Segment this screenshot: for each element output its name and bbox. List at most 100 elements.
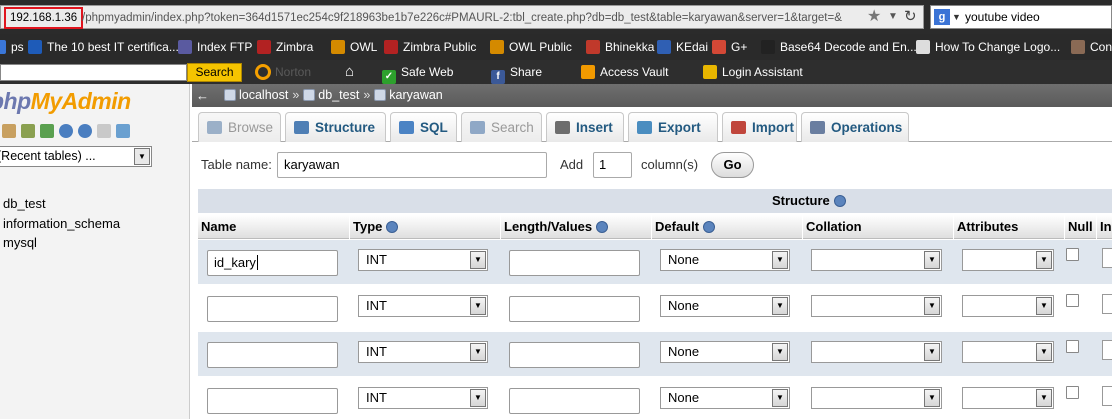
go-button[interactable]: Go <box>711 152 754 178</box>
norton-button[interactable]: Norton <box>255 61 311 83</box>
chevron-down-icon[interactable]: ▼ <box>772 389 788 407</box>
index-select[interactable] <box>1102 294 1112 314</box>
type-select[interactable]: INT ▼ <box>358 387 488 409</box>
type-select[interactable]: INT ▼ <box>358 249 488 271</box>
collation-select[interactable]: ▼ <box>811 295 942 317</box>
sql-docs-icon[interactable] <box>78 123 92 138</box>
index-select[interactable] <box>1102 386 1112 406</box>
chevron-down-icon[interactable]: ▼ <box>924 297 940 315</box>
length-values-input[interactable] <box>509 388 640 414</box>
chevron-down-icon[interactable]: ▼ <box>772 297 788 315</box>
bookmark-item[interactable]: How To Change Logo... <box>916 34 1060 60</box>
reload-icon[interactable]: ↻ <box>904 7 917 27</box>
collation-select[interactable]: ▼ <box>811 341 942 363</box>
url-history-dropdown-icon[interactable]: ▼ <box>888 11 898 23</box>
column-name-input[interactable] <box>207 296 338 322</box>
search-engine-input[interactable]: youtube video <box>965 6 1040 28</box>
chevron-down-icon[interactable]: ▼ <box>772 343 788 361</box>
search-engine-dropdown-icon[interactable]: ▼ <box>952 12 961 22</box>
index-select[interactable] <box>1102 340 1112 360</box>
chevron-down-icon[interactable]: ▼ <box>1036 343 1052 361</box>
home-icon[interactable] <box>2 123 16 138</box>
toolbar-search-button[interactable]: Search <box>187 63 242 82</box>
url-path[interactable]: /phpmyadmin/index.php?token=364d1571ec25… <box>82 7 862 29</box>
bookmark-item[interactable]: OWL Public <box>490 34 572 60</box>
safe-web-button[interactable]: ✓ Safe Web <box>382 60 453 84</box>
collapse-nav-icon[interactable]: ← <box>196 84 209 107</box>
copy-icon[interactable] <box>97 123 111 138</box>
help-icon[interactable] <box>596 221 609 233</box>
default-select[interactable]: None ▼ <box>660 295 790 317</box>
index-select[interactable] <box>1102 248 1112 268</box>
tab-export[interactable]: Export <box>628 112 718 142</box>
bookmark-item[interactable]: The 10 best IT certifica... <box>28 34 179 60</box>
default-select[interactable]: None ▼ <box>660 249 790 271</box>
tab-import[interactable]: Import <box>722 112 797 142</box>
null-checkbox[interactable] <box>1066 294 1079 307</box>
default-select[interactable]: None ▼ <box>660 387 790 409</box>
tab-search[interactable]: Search <box>461 112 542 142</box>
phpmyadmin-logo[interactable]: phpMyAdmin <box>0 88 131 115</box>
attributes-select[interactable]: ▼ <box>962 341 1054 363</box>
chevron-down-icon[interactable]: ▼ <box>1036 251 1052 269</box>
access-vault-button[interactable]: Access Vault <box>581 60 668 84</box>
chevron-down-icon[interactable]: ▼ <box>924 389 940 407</box>
column-name-input[interactable]: id_kary <box>207 250 338 276</box>
bookmark-item[interactable]: Con <box>1071 34 1112 60</box>
add-columns-input[interactable]: 1 <box>593 152 632 178</box>
bookmark-star-icon[interactable]: ★ <box>867 8 881 26</box>
tab-browse[interactable]: Browse <box>198 112 281 142</box>
url-host[interactable]: 192.168.1.36 <box>4 7 84 29</box>
help-icon[interactable] <box>386 221 399 233</box>
bookmark-item[interactable]: Bhinekka <box>586 34 654 60</box>
bookmark-item[interactable]: Zimbra Public <box>384 34 476 60</box>
toolbar-search-input[interactable] <box>0 64 187 81</box>
help-icon[interactable] <box>833 195 846 207</box>
search-engine-icon[interactable]: g <box>934 9 950 25</box>
tab-insert[interactable]: Insert <box>546 112 624 142</box>
default-select[interactable]: None ▼ <box>660 341 790 363</box>
bookmark-item[interactable]: Index FTP <box>178 34 252 60</box>
database-item[interactable]: db_test <box>3 194 120 214</box>
column-name-input[interactable] <box>207 388 338 414</box>
length-values-input[interactable] <box>509 296 640 322</box>
logout-icon[interactable] <box>21 123 35 138</box>
recent-tables-select[interactable]: (Recent tables) ... ▼ <box>0 146 152 167</box>
breadcrumb-table[interactable]: karyawan <box>389 88 443 102</box>
length-values-input[interactable] <box>509 342 640 368</box>
bookmark-item[interactable]: Base64 Decode and En... <box>761 34 917 60</box>
collation-select[interactable]: ▼ <box>811 249 942 271</box>
home-button[interactable]: ⌂ <box>345 60 354 84</box>
tab-structure[interactable]: Structure <box>285 112 386 142</box>
null-checkbox[interactable] <box>1066 386 1079 399</box>
table-name-input[interactable]: karyawan <box>277 152 547 178</box>
chevron-down-icon[interactable]: ▼ <box>924 343 940 361</box>
null-checkbox[interactable] <box>1066 248 1079 261</box>
column-name-input[interactable] <box>207 342 338 368</box>
login-assistant-button[interactable]: Login Assistant <box>703 60 803 84</box>
bookmark-item[interactable]: G+ <box>712 34 747 60</box>
chevron-down-icon[interactable]: ▼ <box>1036 389 1052 407</box>
attributes-select[interactable]: ▼ <box>962 249 1054 271</box>
bookmark-item[interactable]: OWL <box>331 34 377 60</box>
attributes-select[interactable]: ▼ <box>962 387 1054 409</box>
chevron-down-icon[interactable]: ▼ <box>470 389 486 407</box>
help-icon[interactable] <box>703 221 716 233</box>
length-values-input[interactable] <box>509 250 640 276</box>
query-window-icon[interactable] <box>40 123 54 138</box>
null-checkbox[interactable] <box>1066 340 1079 353</box>
share-button[interactable]: f Share <box>491 60 542 84</box>
chevron-down-icon[interactable]: ▼ <box>470 343 486 361</box>
chevron-down-icon[interactable]: ▼ <box>470 297 486 315</box>
breadcrumb-server[interactable]: localhost <box>239 88 288 102</box>
collation-select[interactable]: ▼ <box>811 387 942 409</box>
breadcrumb-database[interactable]: db_test <box>318 88 359 102</box>
address-bar[interactable]: 192.168.1.36 /phpmyadmin/index.php?token… <box>0 5 924 29</box>
bookmark-item[interactable]: Zimbra <box>257 34 313 60</box>
chevron-down-icon[interactable]: ▼ <box>134 148 150 165</box>
reload-nav-icon[interactable] <box>116 123 130 138</box>
type-select[interactable]: INT ▼ <box>358 295 488 317</box>
bookmark-item[interactable]: ps <box>0 34 24 60</box>
database-item[interactable]: mysql <box>3 233 120 253</box>
attributes-select[interactable]: ▼ <box>962 295 1054 317</box>
